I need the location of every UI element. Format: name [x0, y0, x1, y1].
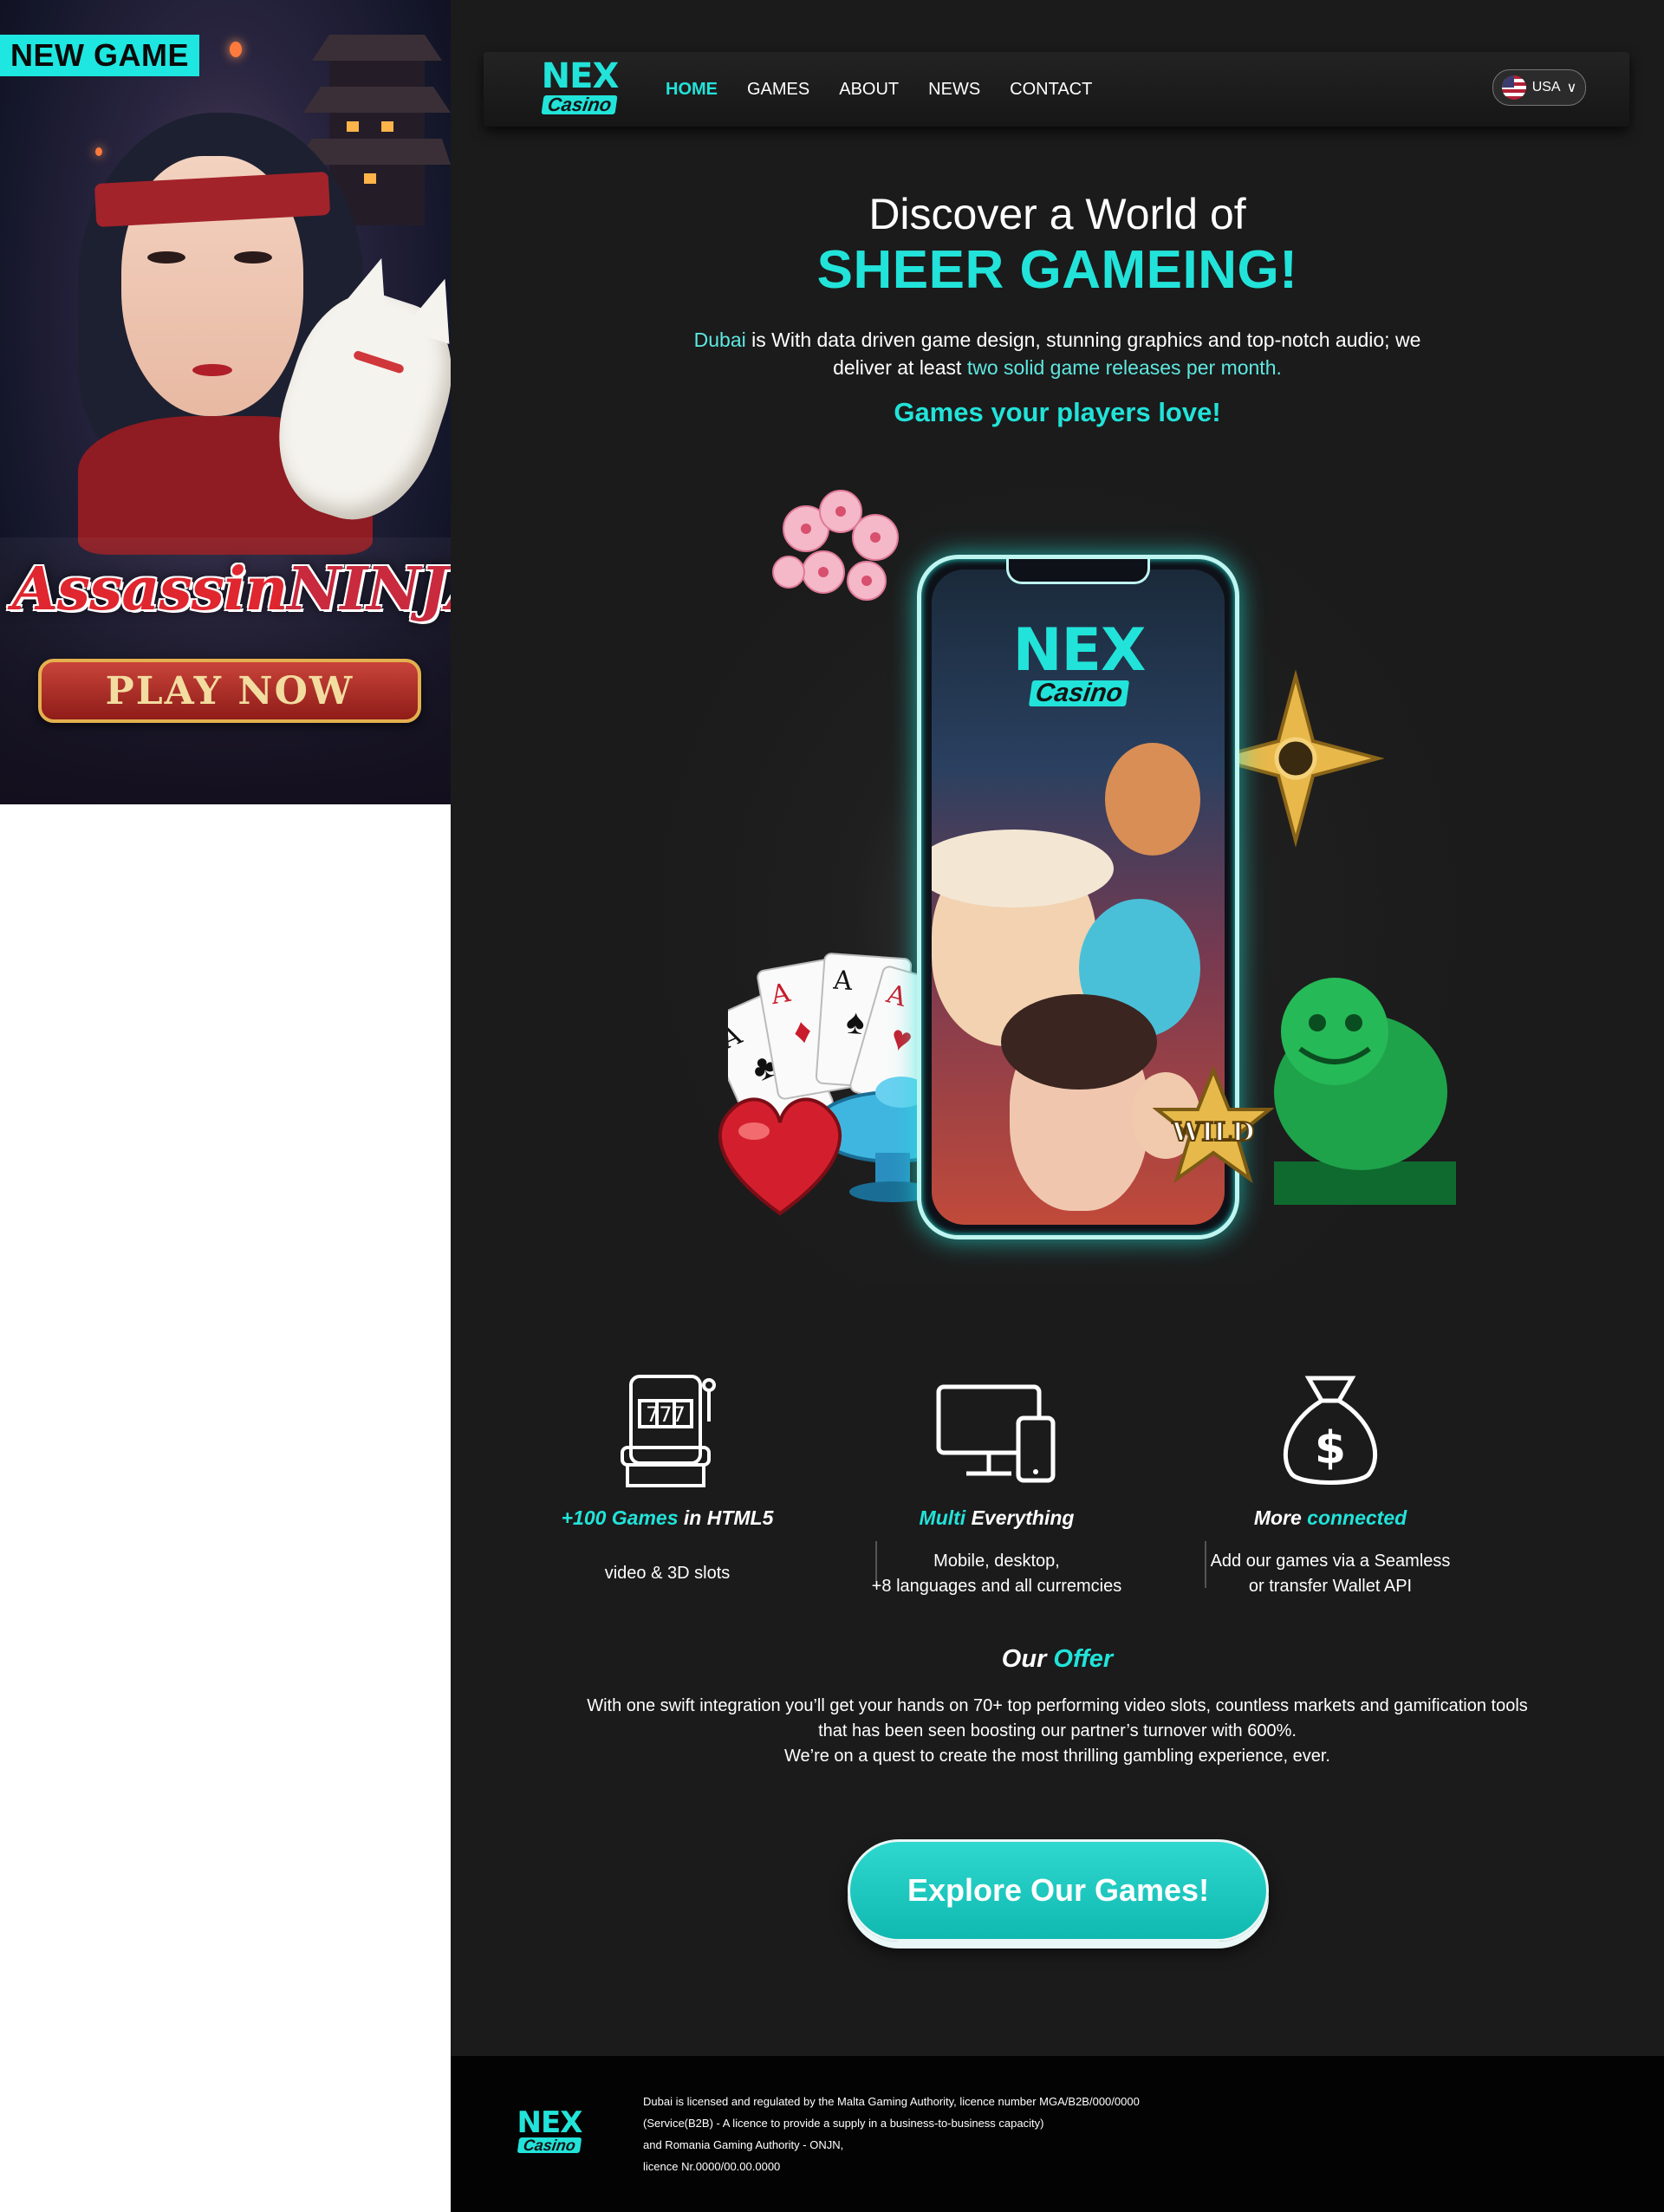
feature-title: +100 Games in HTML5 [561, 1506, 774, 1529]
money-bag-icon: $ [1283, 1376, 1378, 1485]
hero-artwork: A ♣ A ♦ A ♠ A ♥ NEX Casino WILD [641, 468, 1473, 1283]
svg-text:$: $ [1315, 1422, 1346, 1474]
character-lips [192, 364, 232, 376]
footer-license-text: Dubai is licensed and regulated by the M… [643, 2095, 1140, 2173]
geisha-hair [1001, 994, 1157, 1090]
jade-lion-illustration [1274, 978, 1456, 1205]
feature-description: video & 3D slots [604, 1564, 731, 1583]
explore-games-button[interactable]: Explore Our Games! [848, 1839, 1269, 1942]
feature-games: 777 +100 Games in HTML5 video & 3D slots [511, 1369, 823, 1586]
nex-casino-logo[interactable]: NEX Casino [532, 59, 627, 115]
feature-multi: Multi Everything Mobile, desktop, +8 lan… [841, 1369, 1153, 1599]
feature-description: Mobile, desktop, +8 languages and all cu… [871, 1552, 1122, 1596]
svg-text:777: 777 [646, 1402, 686, 1427]
hero-headline: SHEER GAMEING! [816, 240, 1298, 300]
svg-text:A: A [832, 965, 854, 997]
navbar: NEX Casino HOME GAMES ABOUT NEWS CONTACT… [484, 52, 1629, 127]
game-title-logo: AssassinNINJA [12, 555, 451, 624]
wild-badge-icon: WILD [1153, 1066, 1274, 1184]
slot-machine-icon: 777 [621, 1375, 716, 1487]
phone-casino-logo: NEX Casino [1012, 616, 1147, 708]
nav-home[interactable]: HOME [666, 80, 718, 100]
language-label: USA [1531, 80, 1561, 94]
new-game-tag: NEW GAME [0, 35, 199, 76]
devices-icon [936, 1384, 1056, 1483]
nav-about[interactable]: ABOUT [839, 80, 899, 100]
phone-notch [1006, 559, 1150, 584]
nav-news[interactable]: NEWS [928, 80, 980, 100]
casino-site: NEX Casino HOME GAMES ABOUT NEWS CONTACT… [451, 0, 1664, 2212]
lantern [95, 147, 102, 156]
offer-text: With one swift integration you’ll get yo… [587, 1696, 1528, 1766]
feature-title: Multi Everything [919, 1506, 1075, 1529]
hero-tagline: Games your players love! [894, 397, 1221, 427]
hero-description: Dubai is With data driven game design, s… [693, 329, 1421, 379]
nav-contact[interactable]: CONTACT [1010, 80, 1092, 100]
cherry-blossom-illustration [772, 490, 899, 601]
footer-casino-logo[interactable]: NEX Casino [508, 2108, 591, 2154]
character-pirate [1105, 743, 1200, 856]
language-select[interactable]: USA ∨ [1492, 69, 1586, 106]
red-heart-illustration [718, 1097, 842, 1216]
nav-games[interactable]: GAMES [747, 80, 809, 100]
lantern [230, 42, 242, 57]
feature-title: More connected [1253, 1506, 1407, 1529]
chevron-down-icon: ∨ [1566, 81, 1577, 95]
feature-description: Add our games via a Seamless or transfer… [1210, 1552, 1451, 1596]
offer-title: Our Offer [1001, 1645, 1114, 1673]
character-eye [147, 251, 185, 263]
character-eye [234, 251, 272, 263]
footer: NEX Casino Dubai is licensed and regulat… [451, 2056, 1664, 2212]
play-now-button[interactable]: PLAY NOW [38, 659, 421, 723]
us-flag-icon [1501, 75, 1526, 100]
hero-heading: Discover a World of [868, 190, 1246, 238]
nav-links: HOME GAMES ABOUT NEWS CONTACT [666, 52, 1092, 127]
wild-label: WILD [1172, 1117, 1255, 1148]
promo-banner[interactable]: NEW GAME AssassinNINJA PLAY NOW [0, 0, 451, 804]
feature-connected: $ More connected Add our games via a Sea… [1174, 1369, 1486, 1599]
